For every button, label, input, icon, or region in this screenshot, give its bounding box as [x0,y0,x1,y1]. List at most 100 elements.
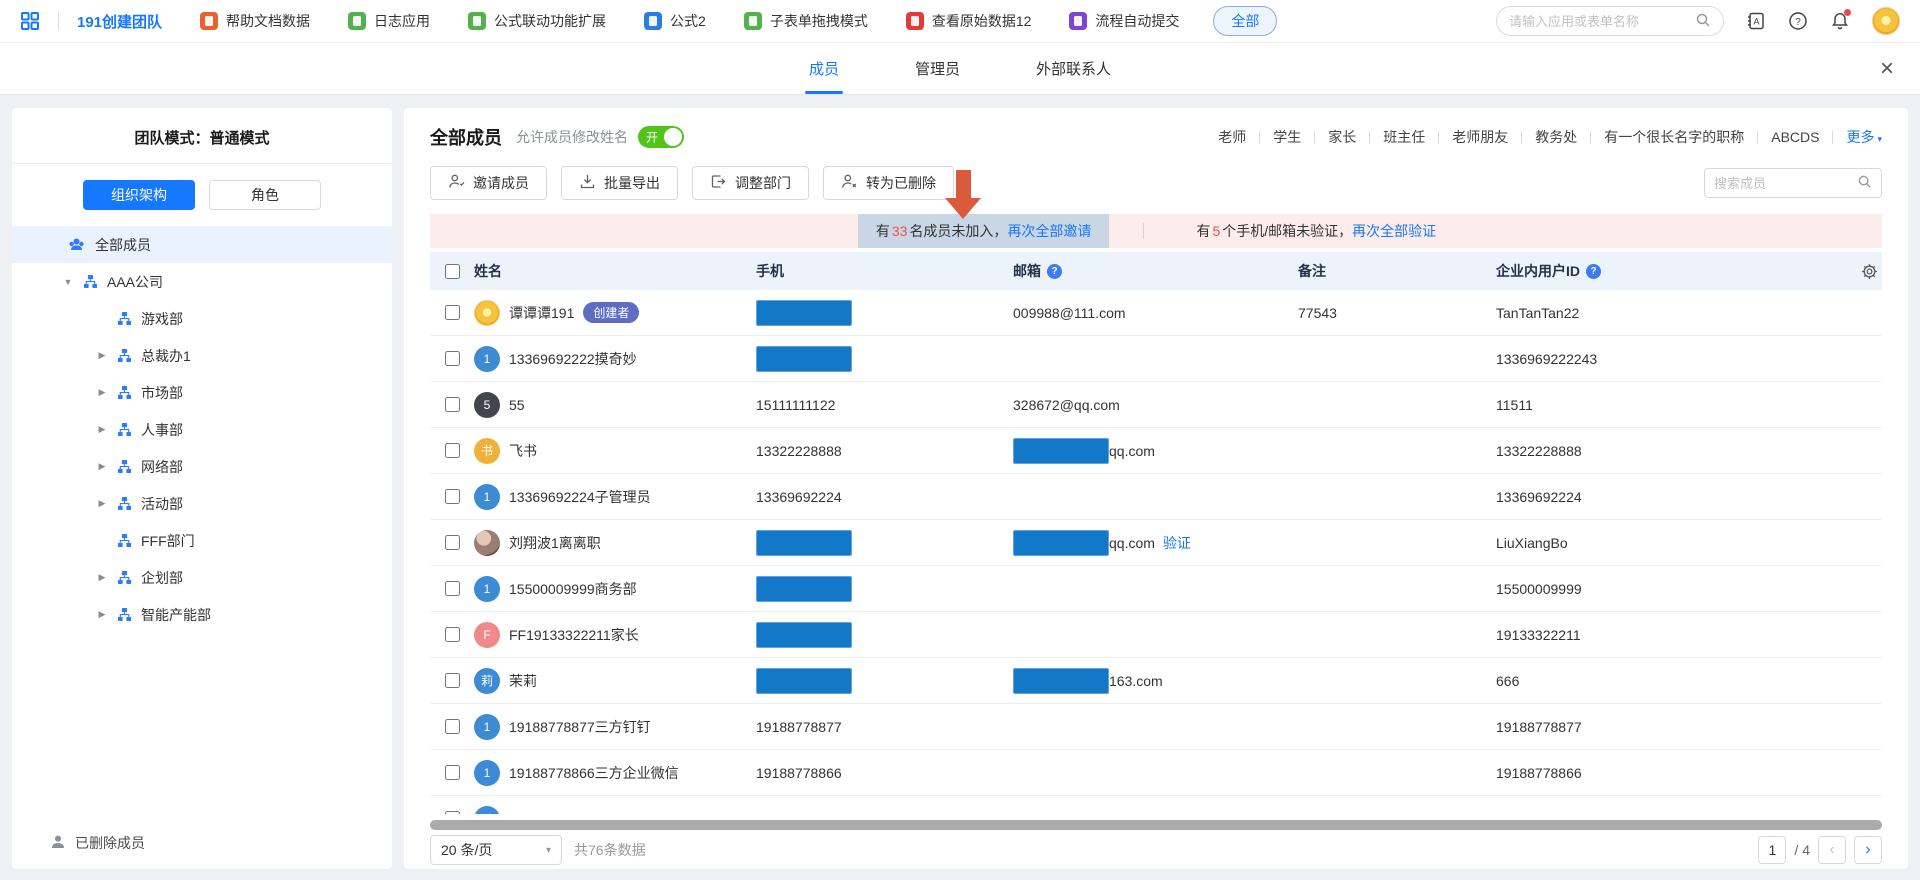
page-size-select[interactable]: 20 条/页 ▾ [430,835,562,865]
row-checkbox-cell [430,489,474,504]
col-name: 姓名 [474,261,756,281]
help-icon[interactable]: ? [1788,11,1808,31]
expand-icon[interactable]: ▶ [96,424,108,435]
role-filter[interactable]: 家长 [1328,127,1356,147]
app-search-input[interactable] [1509,14,1695,29]
expand-icon[interactable]: ▶ [96,609,108,620]
app-tab[interactable]: 日志应用 [348,11,430,31]
tab-3[interactable]: 外部联系人 [1032,43,1115,94]
tree-department[interactable]: ▶总裁办1 [12,337,392,374]
role-filter[interactable]: 班主任 [1383,127,1425,147]
members-panel: 全部成员 允许成员修改姓名 开 老师学生家长班主任老师朋友教务处有一个很长名字的… [404,108,1908,869]
user-remove-button[interactable]: 转为已删除 [823,166,954,200]
redacted-phone [756,668,852,694]
expand-icon[interactable]: ▶ [96,350,108,361]
member-search-input[interactable] [1714,176,1857,191]
user-add-button[interactable]: 邀请成员 [430,166,547,200]
row-checkbox[interactable] [445,627,460,642]
role-filter[interactable]: 老师 [1218,127,1246,147]
close-icon[interactable]: × [1880,57,1894,81]
col-email-label: 邮箱 [1013,261,1041,281]
member-email: 009988@111.com [1013,305,1126,321]
avatar: 1 [474,484,500,510]
team-name[interactable]: 191创建团队 [77,11,162,32]
row-checkbox[interactable] [445,811,460,814]
select-all-checkbox[interactable] [445,264,460,279]
row-checkbox[interactable] [445,765,460,780]
app-tab[interactable]: 流程自动提交 [1069,11,1179,31]
next-page-button[interactable]: › [1854,836,1882,864]
row-checkbox[interactable] [445,397,460,412]
prev-page-button[interactable]: ‹ [1818,836,1846,864]
tree-company[interactable]: ▼ AAA公司 [12,263,392,300]
row-checkbox[interactable] [445,581,460,596]
member-name-cell: 莉茉莉 [474,668,756,694]
member-phone-cell [756,346,1013,372]
reinvite-all-link[interactable]: 再次全部邀请 [1007,221,1091,241]
deleted-members[interactable]: 已删除成员 [12,817,392,869]
role-button[interactable]: 角色 [209,180,321,210]
tree-department[interactable]: ▶人事部 [12,411,392,448]
tree-department[interactable]: ▶网络部 [12,448,392,485]
app-tab[interactable]: 帮助文档数据 [200,11,310,31]
collapse-icon[interactable]: ▼ [62,277,74,287]
total-pages: / 4 [1794,842,1810,858]
contacts-book-icon[interactable]: A [1746,11,1766,31]
all-apps-pill[interactable]: 全部 [1213,6,1277,36]
tree-all-members[interactable]: 全部成员 [12,226,392,263]
member-name: 茉莉 [509,671,537,691]
tree-department[interactable]: ▶市场部 [12,374,392,411]
expand-icon[interactable]: ▶ [96,572,108,583]
tab-1[interactable]: 成员 [805,43,843,94]
search-icon [1857,174,1872,192]
transfer-button[interactable]: 调整部门 [692,166,809,200]
user-avatar[interactable] [1872,7,1900,35]
id-help-icon[interactable]: ? [1586,264,1601,279]
app-tab[interactable]: 公式2 [644,11,706,31]
app-search-box[interactable] [1496,6,1724,36]
role-filter[interactable]: 教务处 [1535,127,1577,147]
member-search-box[interactable] [1704,168,1882,198]
row-checkbox-cell [430,627,474,642]
email-help-icon[interactable]: ? [1047,264,1062,279]
row-checkbox[interactable] [445,535,460,550]
org-dept-icon [117,533,132,548]
tree-department[interactable]: ▶智能产能部 [12,596,392,633]
app-tab[interactable]: 子表单拖拽模式 [744,11,868,31]
role-filter[interactable]: 有一个很长名字的职称 [1604,127,1744,147]
expand-icon[interactable]: ▶ [96,461,108,472]
tree-department[interactable]: ▶企划部 [12,559,392,596]
apps-grid-icon[interactable] [20,11,40,31]
app-tab[interactable]: 公式联动功能扩展 [468,11,606,31]
redacted-phone [756,530,852,556]
download-button[interactable]: 批量导出 [561,166,678,200]
member-id-cell: 15500009999 [1496,581,1842,597]
role-filter[interactable]: ABCDS [1771,129,1819,145]
role-filter[interactable]: 老师朋友 [1452,127,1508,147]
row-checkbox[interactable] [445,719,460,734]
reverify-all-link[interactable]: 再次全部验证 [1352,221,1436,241]
tab-2[interactable]: 管理员 [911,43,964,94]
tree-department[interactable]: FFF部门 [12,522,392,559]
role-filter[interactable]: 学生 [1273,127,1301,147]
app-tab[interactable]: 查看原始数据12 [906,11,1032,31]
tree-label: 活动部 [141,494,183,514]
org-structure-button[interactable]: 组织架构 [83,180,195,210]
column-settings-gear-icon[interactable] [1842,263,1882,280]
row-checkbox[interactable] [445,489,460,504]
tree-department[interactable]: ▶ 活动部 [12,485,392,522]
row-checkbox[interactable] [445,351,460,366]
expand-icon[interactable]: ▶ [96,498,108,509]
tree-department[interactable]: 游戏部 [12,300,392,337]
more-roles-link[interactable]: 更多▾ [1846,127,1882,147]
horizontal-scrollbar[interactable] [430,820,1882,830]
current-page-input[interactable]: 1 [1758,836,1786,864]
expand-icon[interactable]: ▶ [96,387,108,398]
notification-bell-icon[interactable] [1830,11,1850,31]
row-checkbox[interactable] [445,443,460,458]
verify-link[interactable]: 验证 [1163,533,1191,553]
row-checkbox[interactable] [445,305,460,320]
row-checkbox[interactable] [445,673,460,688]
search-icon [1695,12,1711,31]
allow-rename-toggle[interactable]: 开 [638,126,684,148]
